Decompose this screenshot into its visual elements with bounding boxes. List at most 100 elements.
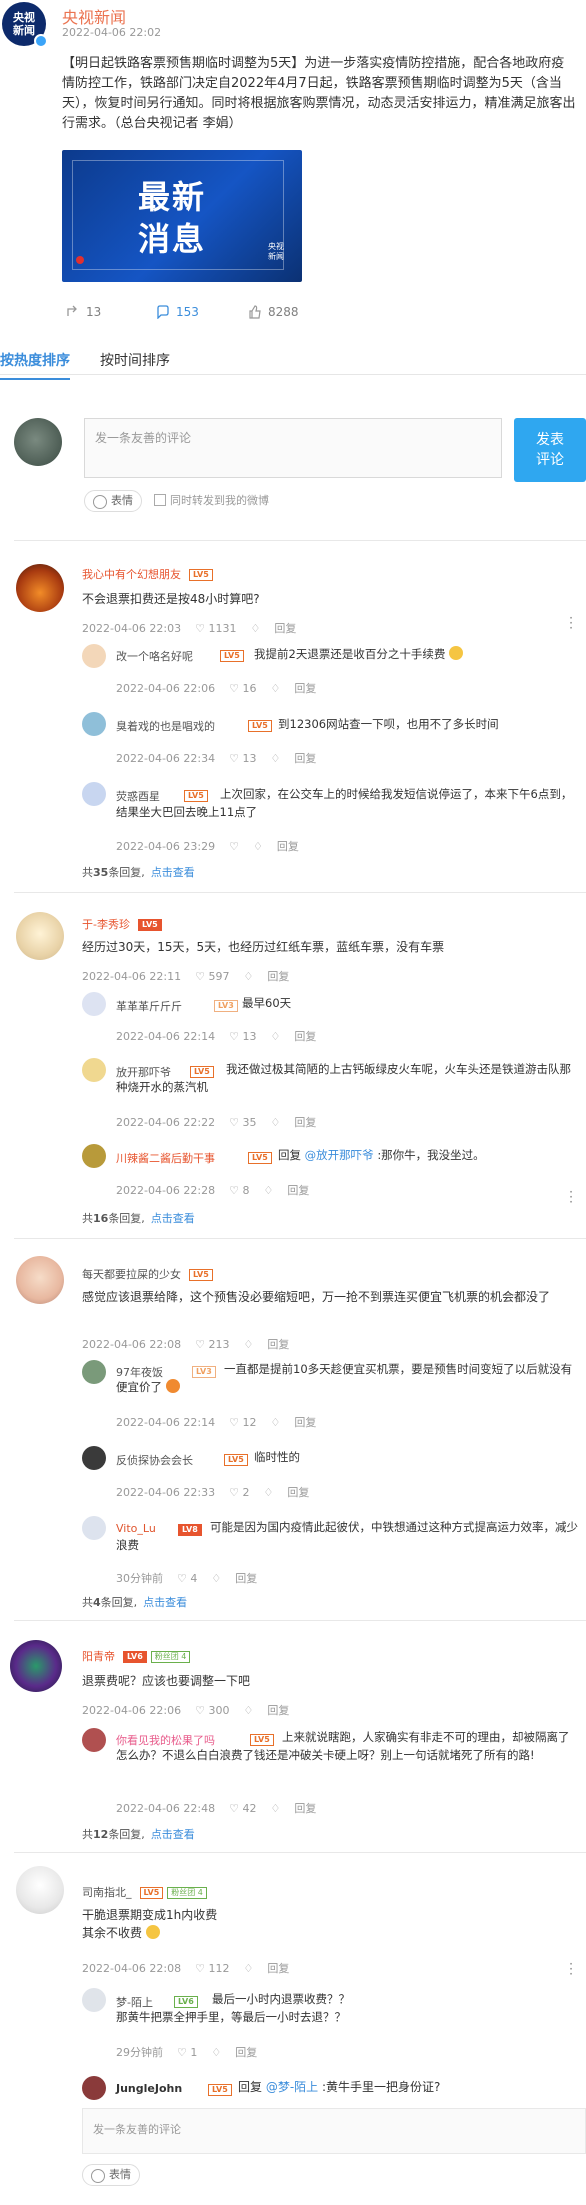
like-button[interactable]: ♡ 112 xyxy=(195,1962,229,1975)
avatar[interactable] xyxy=(82,1446,106,1470)
mention-link[interactable]: @放开那吓爷 xyxy=(305,1148,374,1162)
view-replies-link[interactable]: 点击查看 xyxy=(151,1212,195,1225)
reply-username[interactable]: 革革革斤斤斤 xyxy=(116,998,182,1014)
view-replies-link[interactable]: 点击查看 xyxy=(143,1596,187,1609)
more-icon[interactable]: · · · xyxy=(568,612,574,634)
like-button[interactable]: ♡ 1131 xyxy=(195,622,236,635)
reply-button[interactable]: 回复 xyxy=(277,840,299,853)
like-button[interactable]: ♡ 4 xyxy=(177,1572,197,1585)
dislike-button[interactable]: ♢ xyxy=(270,1802,280,1815)
reply-button[interactable]: 回复 xyxy=(294,682,316,695)
comment-username[interactable]: 司南指北_ LV5 粉丝团 4 xyxy=(82,1884,207,1900)
dislike-button[interactable]: ♢ xyxy=(250,622,260,635)
avatar[interactable] xyxy=(82,992,106,1016)
reply-button[interactable]: 回复 xyxy=(294,1116,316,1129)
avatar[interactable] xyxy=(16,564,64,612)
repost-button[interactable]: 13 xyxy=(66,304,101,320)
reply-button[interactable]: 回复 xyxy=(235,1572,257,1585)
view-replies-link[interactable]: 点击查看 xyxy=(151,1828,195,1841)
dislike-button[interactable]: ♢ xyxy=(270,1030,280,1043)
dislike-button[interactable]: ♢ xyxy=(270,752,280,765)
avatar[interactable] xyxy=(82,1144,106,1168)
reply-button[interactable]: 回复 xyxy=(294,1030,316,1043)
like-button[interactable]: ♡ 8 xyxy=(229,1184,249,1197)
more-icon[interactable]: · · · xyxy=(568,1186,574,1208)
like-button[interactable]: 8288 xyxy=(248,304,299,320)
reply-button[interactable]: 回复 xyxy=(267,1338,289,1351)
post-avatar[interactable]: 央视新闻 xyxy=(2,2,48,48)
dislike-button[interactable]: ♢ xyxy=(253,840,263,853)
reply-button[interactable]: 回复 xyxy=(267,1962,289,1975)
avatar[interactable] xyxy=(82,1988,106,2012)
like-button[interactable]: ♡ 213 xyxy=(195,1338,229,1351)
like-button[interactable]: ♡ 13 xyxy=(229,752,256,765)
avatar[interactable] xyxy=(82,712,106,736)
like-button[interactable]: ♡ 35 xyxy=(229,1116,256,1129)
emoji-button[interactable]: 表情 xyxy=(84,490,142,512)
like-button[interactable]: ♡ 597 xyxy=(195,970,229,983)
more-icon[interactable]: · · · xyxy=(568,1958,574,1980)
reply-button[interactable]: 回复 xyxy=(267,970,289,983)
reply-button[interactable]: 回复 xyxy=(274,622,296,635)
comment-username[interactable]: 每天都要拉屎的少女 LV5 xyxy=(82,1266,213,1282)
mention-link[interactable]: @梦-陌上 xyxy=(266,2080,318,2094)
reply-button[interactable]: 回复 xyxy=(294,1416,316,1429)
reply-button[interactable]: 回复 xyxy=(267,1704,289,1717)
emoji-button[interactable]: 表情 xyxy=(82,2164,140,2186)
post-username[interactable]: 央视新闻 xyxy=(62,4,126,28)
reply-button[interactable]: 回复 xyxy=(287,1184,309,1197)
like-button[interactable]: ♡ 2 xyxy=(229,1486,249,1499)
like-button[interactable]: ♡ 13 xyxy=(229,1030,256,1043)
dislike-button[interactable]: ♢ xyxy=(243,1962,253,1975)
dislike-button[interactable]: ♢ xyxy=(270,1416,280,1429)
dislike-button[interactable]: ♢ xyxy=(263,1184,273,1197)
comment-input[interactable]: 发一条友善的评论 xyxy=(84,418,502,478)
dislike-button[interactable]: ♢ xyxy=(263,1486,273,1499)
like-button[interactable]: ♡ 1 xyxy=(177,2046,197,2059)
comment-username[interactable]: 于-李秀珍 LV5 xyxy=(82,916,162,932)
avatar[interactable] xyxy=(82,1728,106,1752)
like-button[interactable]: ♡ 300 xyxy=(195,1704,229,1717)
reply-button[interactable]: 回复 xyxy=(235,2046,257,2059)
comment-username[interactable]: 阳青帝 LV6 粉丝团 4 xyxy=(82,1648,191,1664)
reply-input[interactable]: 发一条友善的评论 xyxy=(82,2108,586,2154)
avatar[interactable] xyxy=(82,1516,106,1540)
avatar[interactable] xyxy=(82,2076,106,2100)
reply-username[interactable]: 川辣酱二酱后勤干事 xyxy=(116,1150,215,1166)
like-button[interactable]: ♡ 16 xyxy=(229,682,256,695)
avatar[interactable] xyxy=(16,1866,64,1914)
avatar[interactable] xyxy=(16,1256,64,1304)
post-image-badge: 央视新闻 xyxy=(268,242,284,261)
sync-repost-checkbox[interactable]: 同时转发到我的微博 xyxy=(154,492,269,508)
avatar[interactable] xyxy=(82,1360,106,1384)
dislike-button[interactable]: ♢ xyxy=(243,1338,253,1351)
avatar[interactable] xyxy=(10,1640,62,1692)
like-button[interactable]: ♡ 12 xyxy=(229,1416,256,1429)
dislike-button[interactable]: ♢ xyxy=(243,1704,253,1717)
tab-hot[interactable]: 按热度排序 xyxy=(0,350,70,380)
avatar[interactable] xyxy=(16,912,64,960)
comment-username[interactable]: 我心中有个幻想朋友 LV5 xyxy=(82,566,213,582)
reply-username[interactable]: 臭着戏的也是唱戏的 xyxy=(116,718,215,734)
like-button[interactable]: ♡ 42 xyxy=(229,1802,256,1815)
like-button[interactable]: ♡ xyxy=(229,840,239,853)
reply-username[interactable]: 反侦探协会会长 xyxy=(116,1452,193,1468)
dislike-button[interactable]: ♢ xyxy=(211,2046,221,2059)
avatar[interactable] xyxy=(82,644,106,668)
reply-button[interactable]: 回复 xyxy=(294,1802,316,1815)
reply-username[interactable]: 改一个咯名好呢 xyxy=(116,648,193,664)
view-replies-link[interactable]: 点击查看 xyxy=(151,866,195,879)
reply-button[interactable]: 回复 xyxy=(287,1486,309,1499)
post-image[interactable]: 最新消息 央视新闻 xyxy=(62,150,302,282)
dislike-button[interactable]: ♢ xyxy=(211,1572,221,1585)
dislike-button[interactable]: ♢ xyxy=(270,1116,280,1129)
avatar[interactable] xyxy=(82,782,106,806)
reply-button[interactable]: 回复 xyxy=(294,752,316,765)
reply-username[interactable]: JungleJohn xyxy=(116,2082,182,2095)
comment-button[interactable]: 153 xyxy=(156,304,199,320)
avatar[interactable] xyxy=(82,1058,106,1082)
send-comment-button[interactable]: 发表评论 xyxy=(514,418,586,482)
tab-time[interactable]: 按时间排序 xyxy=(100,350,170,370)
dislike-button[interactable]: ♢ xyxy=(243,970,253,983)
dislike-button[interactable]: ♢ xyxy=(270,682,280,695)
